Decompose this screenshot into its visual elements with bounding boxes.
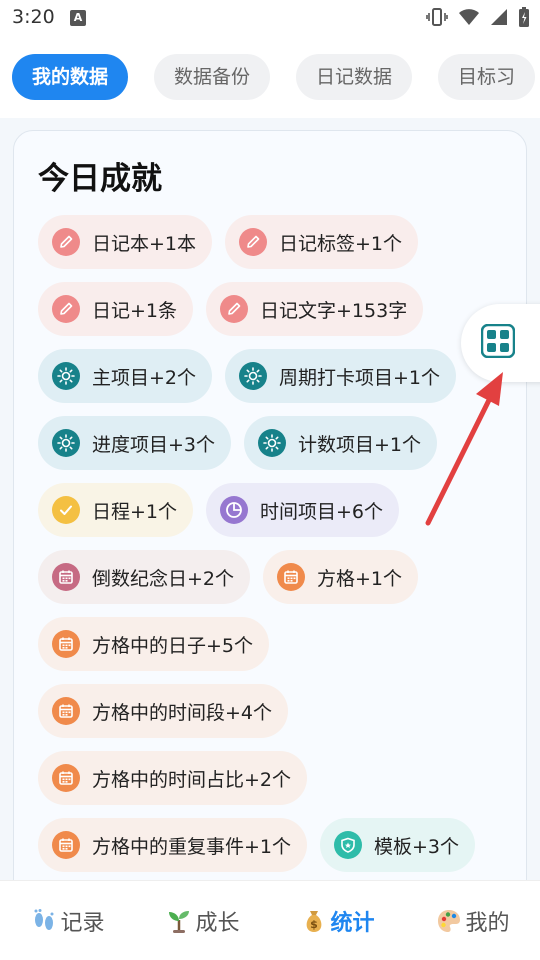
achievement-row: 方格中的时间段+4个 [38, 684, 289, 738]
nav-stats[interactable]: $ 统计 [270, 881, 405, 960]
achievement-row: 方格中的日子+5个 [38, 617, 270, 671]
nav-record-label: 记录 [60, 910, 105, 936]
achievement-chip[interactable]: 时间项目+6个 [206, 483, 400, 537]
pencil-icon [52, 295, 80, 323]
tab-diary-data[interactable]: 日记数据 [296, 54, 413, 100]
status-icons [426, 6, 530, 32]
achievement-chip[interactable]: 方格+1个 [263, 550, 419, 604]
achievement-chip[interactable]: 倒数纪念日+2个 [38, 550, 251, 604]
calendar-icon [277, 563, 306, 591]
achievement-chip[interactable]: 模板+3个 [320, 818, 476, 872]
palette-icon [435, 907, 463, 935]
battery-icon [518, 6, 530, 32]
achievement-label: 方格+1个 [317, 567, 403, 590]
pencil-icon [220, 295, 249, 323]
achievement-label: 模板+3个 [374, 835, 460, 858]
achievement-chip[interactable]: 主项目+2个 [38, 349, 213, 403]
card-title: 今日成就 [38, 161, 162, 197]
calendar-icon [52, 764, 80, 792]
achievement-label: 方格中的日子+5个 [92, 634, 254, 657]
achievement-chip[interactable]: 日记本+1本 [38, 215, 213, 269]
achievement-row: 日记本+1本 日记标签+1个 [38, 215, 419, 269]
calendar-icon [52, 831, 80, 859]
achievement-chip[interactable]: 方格中的重复事件+1个 [38, 818, 308, 872]
pencil-icon [52, 228, 80, 256]
achievement-row: 日程+1个 时间项目+6个 [38, 483, 400, 537]
top-tabs: 我的数据 数据备份 日记数据 目标习 [12, 54, 536, 100]
achievement-label: 时间项目+6个 [260, 500, 384, 523]
achievement-label: 日记标签+1个 [279, 232, 403, 255]
achievement-chip[interactable]: 周期打卡项目+1个 [225, 349, 457, 403]
vibrate-icon [426, 7, 448, 31]
calendar-icon [52, 630, 80, 658]
achievement-chip[interactable]: 日记+1条 [38, 282, 194, 336]
pencil-icon [239, 228, 268, 256]
sun-icon [239, 362, 268, 390]
money-bag-icon: $ [300, 907, 328, 935]
wifi-icon [458, 8, 480, 30]
sun-icon [52, 362, 80, 390]
achievement-label: 倒数纪念日+2个 [92, 567, 235, 590]
sun-icon [52, 429, 80, 457]
achievement-label: 方格中的时间段+4个 [92, 701, 273, 724]
achievement-label: 计数项目+1个 [298, 433, 422, 456]
achievement-label: 进度项目+3个 [92, 433, 216, 456]
achievement-chip[interactable]: 日记文字+153字 [206, 282, 424, 336]
achievement-row: 日记+1条 日记文字+153字 [38, 282, 424, 336]
status-time: 3:20 [12, 6, 55, 28]
achievement-label: 日记文字+153字 [260, 299, 408, 322]
achievement-row: 主项目+2个 周期打卡项目+1个 [38, 349, 457, 403]
tab-data-backup[interactable]: 数据备份 [154, 54, 271, 100]
achievement-chip[interactable]: 方格中的日子+5个 [38, 617, 270, 671]
achievement-label: 方格中的时间占比+2个 [92, 768, 292, 791]
achievement-label: 日记本+1本 [92, 232, 197, 255]
tab-goal-habit[interactable]: 目标习 [438, 54, 536, 100]
nav-growth[interactable]: 成长 [135, 881, 270, 960]
pie-clock-icon [220, 496, 249, 524]
floating-grid-button[interactable] [461, 304, 540, 382]
bottom-nav: 记录 成长 $ 统计 我的 [0, 880, 540, 960]
achievement-chip[interactable]: 方格中的时间占比+2个 [38, 751, 308, 805]
achievement-label: 方格中的重复事件+1个 [92, 835, 292, 858]
notification-icon: A [70, 10, 86, 26]
achievement-label: 日记+1条 [92, 299, 178, 322]
today-achievements-card: 今日成就 日记本+1本 日记标签+1个日记+1条 日记文字+153字主项目+2个 周期… [13, 130, 527, 910]
calendar-icon [52, 563, 80, 591]
sun-icon [258, 429, 287, 457]
calendar-icon [52, 697, 80, 725]
shield-icon [334, 831, 363, 859]
achievement-row: 方格中的重复事件+1个 模板+3个 [38, 818, 476, 872]
nav-record[interactable]: 记录 [0, 881, 135, 960]
achievement-row: 倒数纪念日+2个 方格+1个 [38, 550, 419, 604]
sprout-icon [165, 907, 193, 935]
achievement-label: 日程+1个 [92, 500, 178, 523]
achievement-chip[interactable]: 日记标签+1个 [225, 215, 419, 269]
achievement-label: 主项目+2个 [92, 366, 197, 389]
achievement-row: 方格中的时间占比+2个 [38, 751, 308, 805]
check-icon [52, 496, 80, 524]
nav-mine[interactable]: 我的 [405, 881, 540, 960]
grid-layout-icon [480, 323, 516, 362]
nav-mine-label: 我的 [465, 910, 510, 936]
achievement-chip[interactable]: 日程+1个 [38, 483, 194, 537]
footprints-icon [30, 907, 58, 935]
achievement-chip[interactable]: 方格中的时间段+4个 [38, 684, 289, 738]
achievement-row: 进度项目+3个 计数项目+1个 [38, 416, 438, 470]
nav-stats-label: 统计 [330, 910, 375, 936]
status-bar: 3:20 A [0, 0, 540, 36]
tab-my-data[interactable]: 我的数据 [12, 54, 129, 100]
nav-growth-label: 成长 [195, 910, 240, 936]
achievement-chip[interactable]: 进度项目+3个 [38, 416, 232, 470]
svg-text:$: $ [311, 918, 319, 931]
signal-icon [490, 8, 508, 30]
achievement-chip[interactable]: 计数项目+1个 [244, 416, 438, 470]
achievement-label: 周期打卡项目+1个 [279, 366, 441, 389]
